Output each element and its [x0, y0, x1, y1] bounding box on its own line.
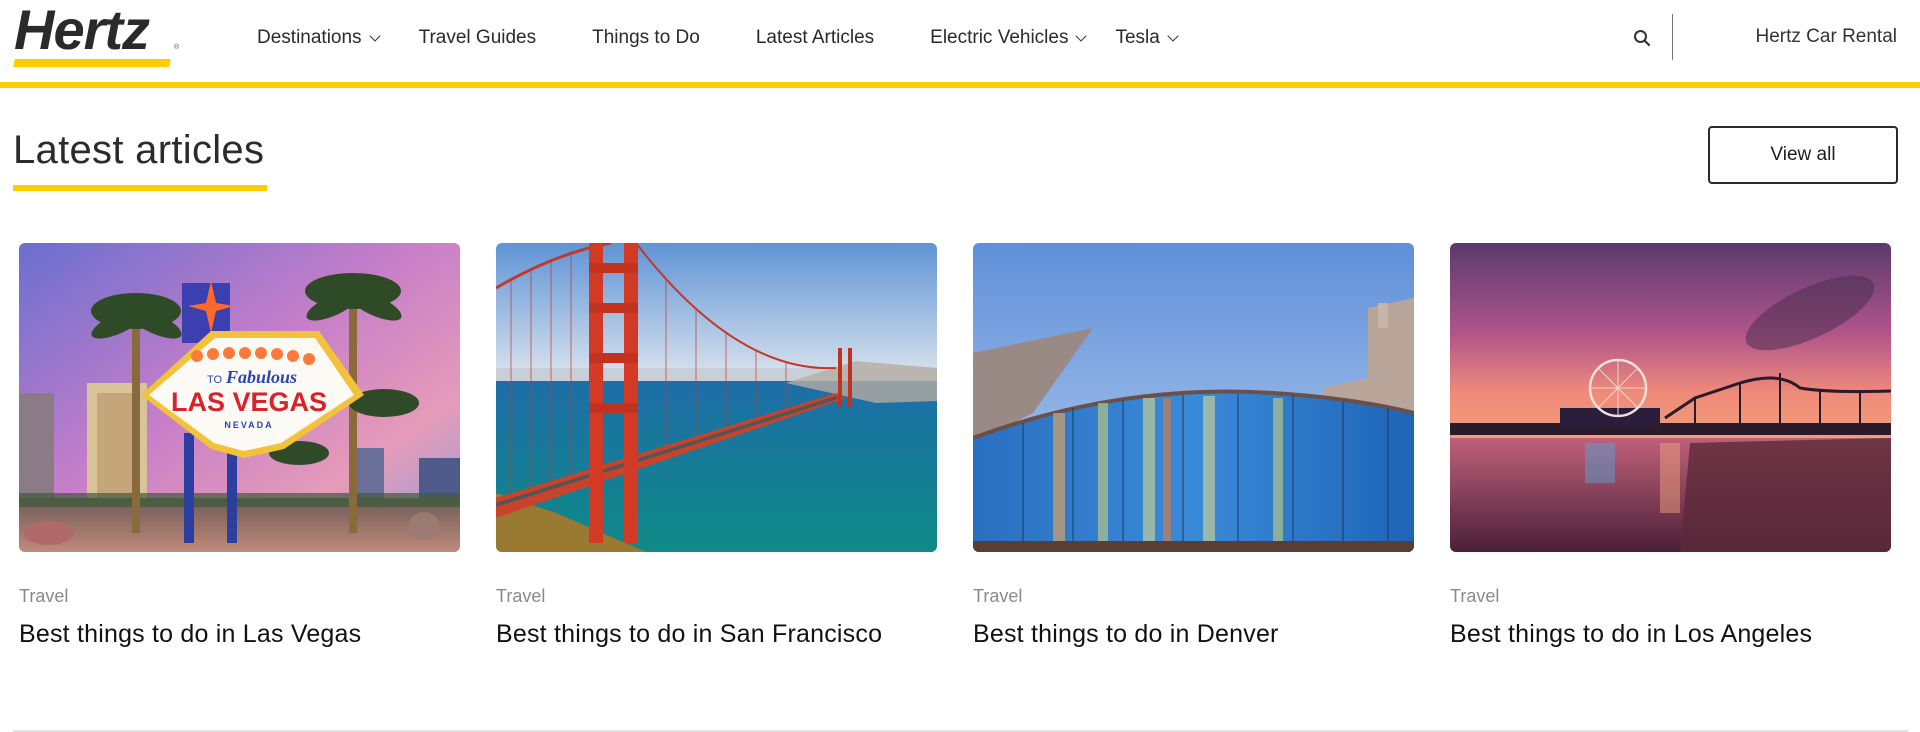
view-all-button[interactable]: View all	[1708, 126, 1898, 184]
logo-text: Hertz	[14, 0, 150, 61]
nav-item-things-to-do[interactable]: Things to Do	[592, 27, 700, 49]
nav-label: Tesla	[1115, 27, 1160, 48]
nav-label: Things to Do	[592, 27, 700, 48]
svg-text:Fabulous: Fabulous	[225, 367, 297, 387]
denver-glass-building-image[interactable]	[973, 243, 1414, 552]
article-title[interactable]: Best things to do in San Francisco	[496, 620, 937, 649]
registered-mark: ®	[174, 44, 180, 51]
search-button[interactable]	[1632, 28, 1654, 50]
article-card[interactable]: Travel Best things to do in San Francisc…	[496, 243, 937, 649]
hertz-car-rental-link[interactable]: Hertz Car Rental	[1756, 26, 1898, 48]
svg-text:NEVADA: NEVADA	[224, 420, 273, 430]
article-title[interactable]: Best things to do in Los Angeles	[1450, 620, 1891, 649]
las-vegas-sign-image[interactable]: TO Fabulous LAS VEGAS NEVADA	[19, 243, 460, 552]
search-icon	[1634, 30, 1651, 47]
article-card[interactable]: Travel Best things to do in Los Angeles	[1450, 243, 1891, 649]
nav-label: Destinations	[257, 27, 362, 48]
article-category: Travel	[1450, 586, 1500, 606]
section-title-underline	[13, 185, 267, 191]
nav-label: Latest Articles	[755, 27, 875, 48]
article-title[interactable]: Best things to do in Las Vegas	[19, 620, 460, 649]
santa-monica-pier-image[interactable]	[1450, 243, 1891, 552]
site-header: Hertz ® Destinations Travel Guides Thing…	[0, 0, 1920, 84]
chevron-down-icon	[1167, 29, 1179, 42]
article-category: Travel	[496, 586, 546, 606]
nav-label: Travel Guides	[418, 27, 537, 48]
section-title: Latest articles	[13, 128, 265, 172]
article-category: Travel	[19, 586, 69, 606]
nav-item-electric-vehicles[interactable]: Electric Vehicles	[930, 27, 1088, 49]
article-category: Travel	[973, 586, 1023, 606]
article-title[interactable]: Best things to do in Denver	[973, 620, 1414, 649]
header-yellow-bar	[0, 82, 1920, 88]
nav-item-destinations[interactable]: Destinations	[257, 27, 381, 49]
chevron-down-icon	[368, 29, 381, 42]
svg-text:TO: TO	[207, 374, 223, 386]
nav-item-tesla[interactable]: Tesla	[1115, 27, 1179, 49]
main-nav: Destinations Travel Guides Things to Do …	[257, 22, 1179, 54]
article-card[interactable]: Travel Best things to do in Denver	[973, 243, 1414, 649]
chevron-down-icon	[1075, 29, 1088, 42]
nav-item-travel-guides[interactable]: Travel Guides	[419, 27, 537, 49]
nav-item-latest-articles[interactable]: Latest Articles	[756, 27, 874, 49]
hertz-logo[interactable]: Hertz ®	[12, 0, 182, 70]
nav-label: Electric Vehicles	[930, 27, 1069, 48]
svg-text:LAS VEGAS: LAS VEGAS	[171, 387, 327, 417]
header-divider	[1672, 14, 1673, 60]
golden-gate-bridge-image[interactable]	[496, 243, 937, 552]
article-card[interactable]: TO Fabulous LAS VEGAS NEVADA Travel Best…	[19, 243, 460, 649]
logo-underline	[13, 59, 171, 67]
